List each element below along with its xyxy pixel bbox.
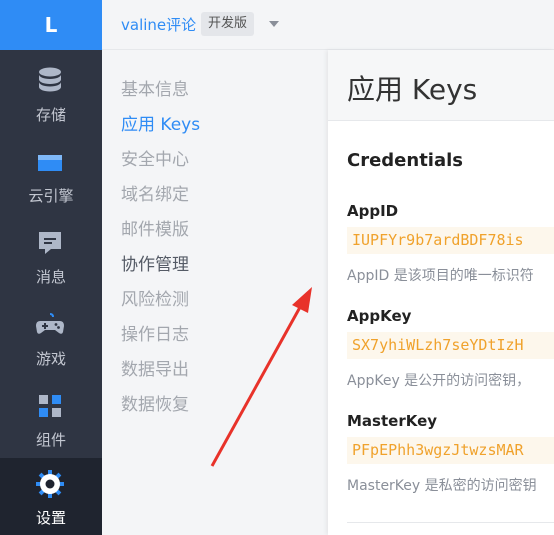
sidebar-item-components[interactable]: 组件 (0, 380, 102, 457)
nav-app-keys[interactable]: 应用 Keys (121, 110, 200, 135)
sidebar-item-settings[interactable]: 设置 (0, 458, 102, 535)
app-name-link[interactable]: valine评论 (121, 14, 196, 35)
sidebar-item-label: 游戏 (35, 350, 66, 368)
section-divider (347, 522, 554, 523)
settings-subnav: 基本信息 应用 Keys 安全中心 域名绑定 邮件模版 协作管理 风险检测 操作… (102, 50, 328, 535)
nav-basic-info[interactable]: 基本信息 (121, 75, 189, 100)
app-logo[interactable]: L (0, 0, 102, 50)
gear-icon (36, 470, 64, 498)
gamepad-icon (36, 313, 64, 334)
nav-data-export[interactable]: 数据导出 (121, 355, 189, 380)
cloud-engine-icon (38, 155, 62, 171)
sidebar-item-label: 组件 (35, 431, 66, 449)
key-desc-masterkey: MasterKey 是私密的访问密钥 (347, 478, 537, 494)
key-value-appkey[interactable]: SX7yhiWLzh7seYDtIzH (347, 332, 554, 359)
top-bar: valine评论 开发版 (102, 0, 554, 50)
message-icon (39, 232, 61, 254)
key-desc-appid: AppID 是该项目的唯一标识符 (347, 268, 534, 284)
sidebar-item-messages[interactable]: 消息 (0, 217, 102, 294)
app-root: L 存储 云引擎 消息 游戏 组件 设置 valine评论 开发版 基本信息 应… (0, 0, 554, 535)
key-desc-appkey: AppKey 是公开的访问密钥， (347, 373, 531, 389)
components-icon (39, 395, 61, 417)
sidebar-item-cloud-engine[interactable]: 云引擎 (0, 136, 102, 213)
env-badge: 开发版 (201, 12, 255, 36)
key-value-masterkey[interactable]: PFpEPhh3wgzJtwzsMAR (347, 437, 554, 464)
nav-security-center[interactable]: 安全中心 (121, 145, 189, 170)
nav-email-templates[interactable]: 邮件模版 (121, 215, 189, 240)
database-icon (39, 67, 61, 92)
caret-down-icon[interactable] (269, 21, 279, 27)
key-label-appkey: AppKey (347, 307, 412, 325)
main-panel: 应用 Keys Credentials AppID IUPFYr9b7ardBD… (328, 50, 554, 535)
key-value-appid[interactable]: IUPFYr9b7ardBDF78is (347, 227, 554, 254)
section-title: Credentials (347, 150, 464, 171)
key-label-appid: AppID (347, 202, 399, 220)
nav-collaboration[interactable]: 协作管理 (121, 250, 189, 275)
nav-risk-detection[interactable]: 风险检测 (121, 285, 189, 310)
sidebar-item-label: 设置 (35, 509, 66, 527)
nav-domain-binding[interactable]: 域名绑定 (121, 180, 189, 205)
nav-operation-logs[interactable]: 操作日志 (121, 320, 189, 345)
page-header: 应用 Keys (328, 50, 554, 121)
nav-data-restore[interactable]: 数据恢复 (121, 390, 189, 415)
sidebar-item-label: 存储 (35, 106, 66, 124)
main-sidebar: L 存储 云引擎 消息 游戏 组件 设置 (0, 0, 102, 535)
key-label-masterkey: MasterKey (347, 412, 438, 430)
sidebar-item-label: 消息 (35, 268, 66, 286)
sidebar-item-label: 云引擎 (28, 187, 74, 205)
sidebar-item-storage[interactable]: 存储 (0, 55, 102, 132)
sidebar-item-games[interactable]: 游戏 (0, 299, 102, 376)
page-title: 应用 Keys (347, 73, 478, 106)
